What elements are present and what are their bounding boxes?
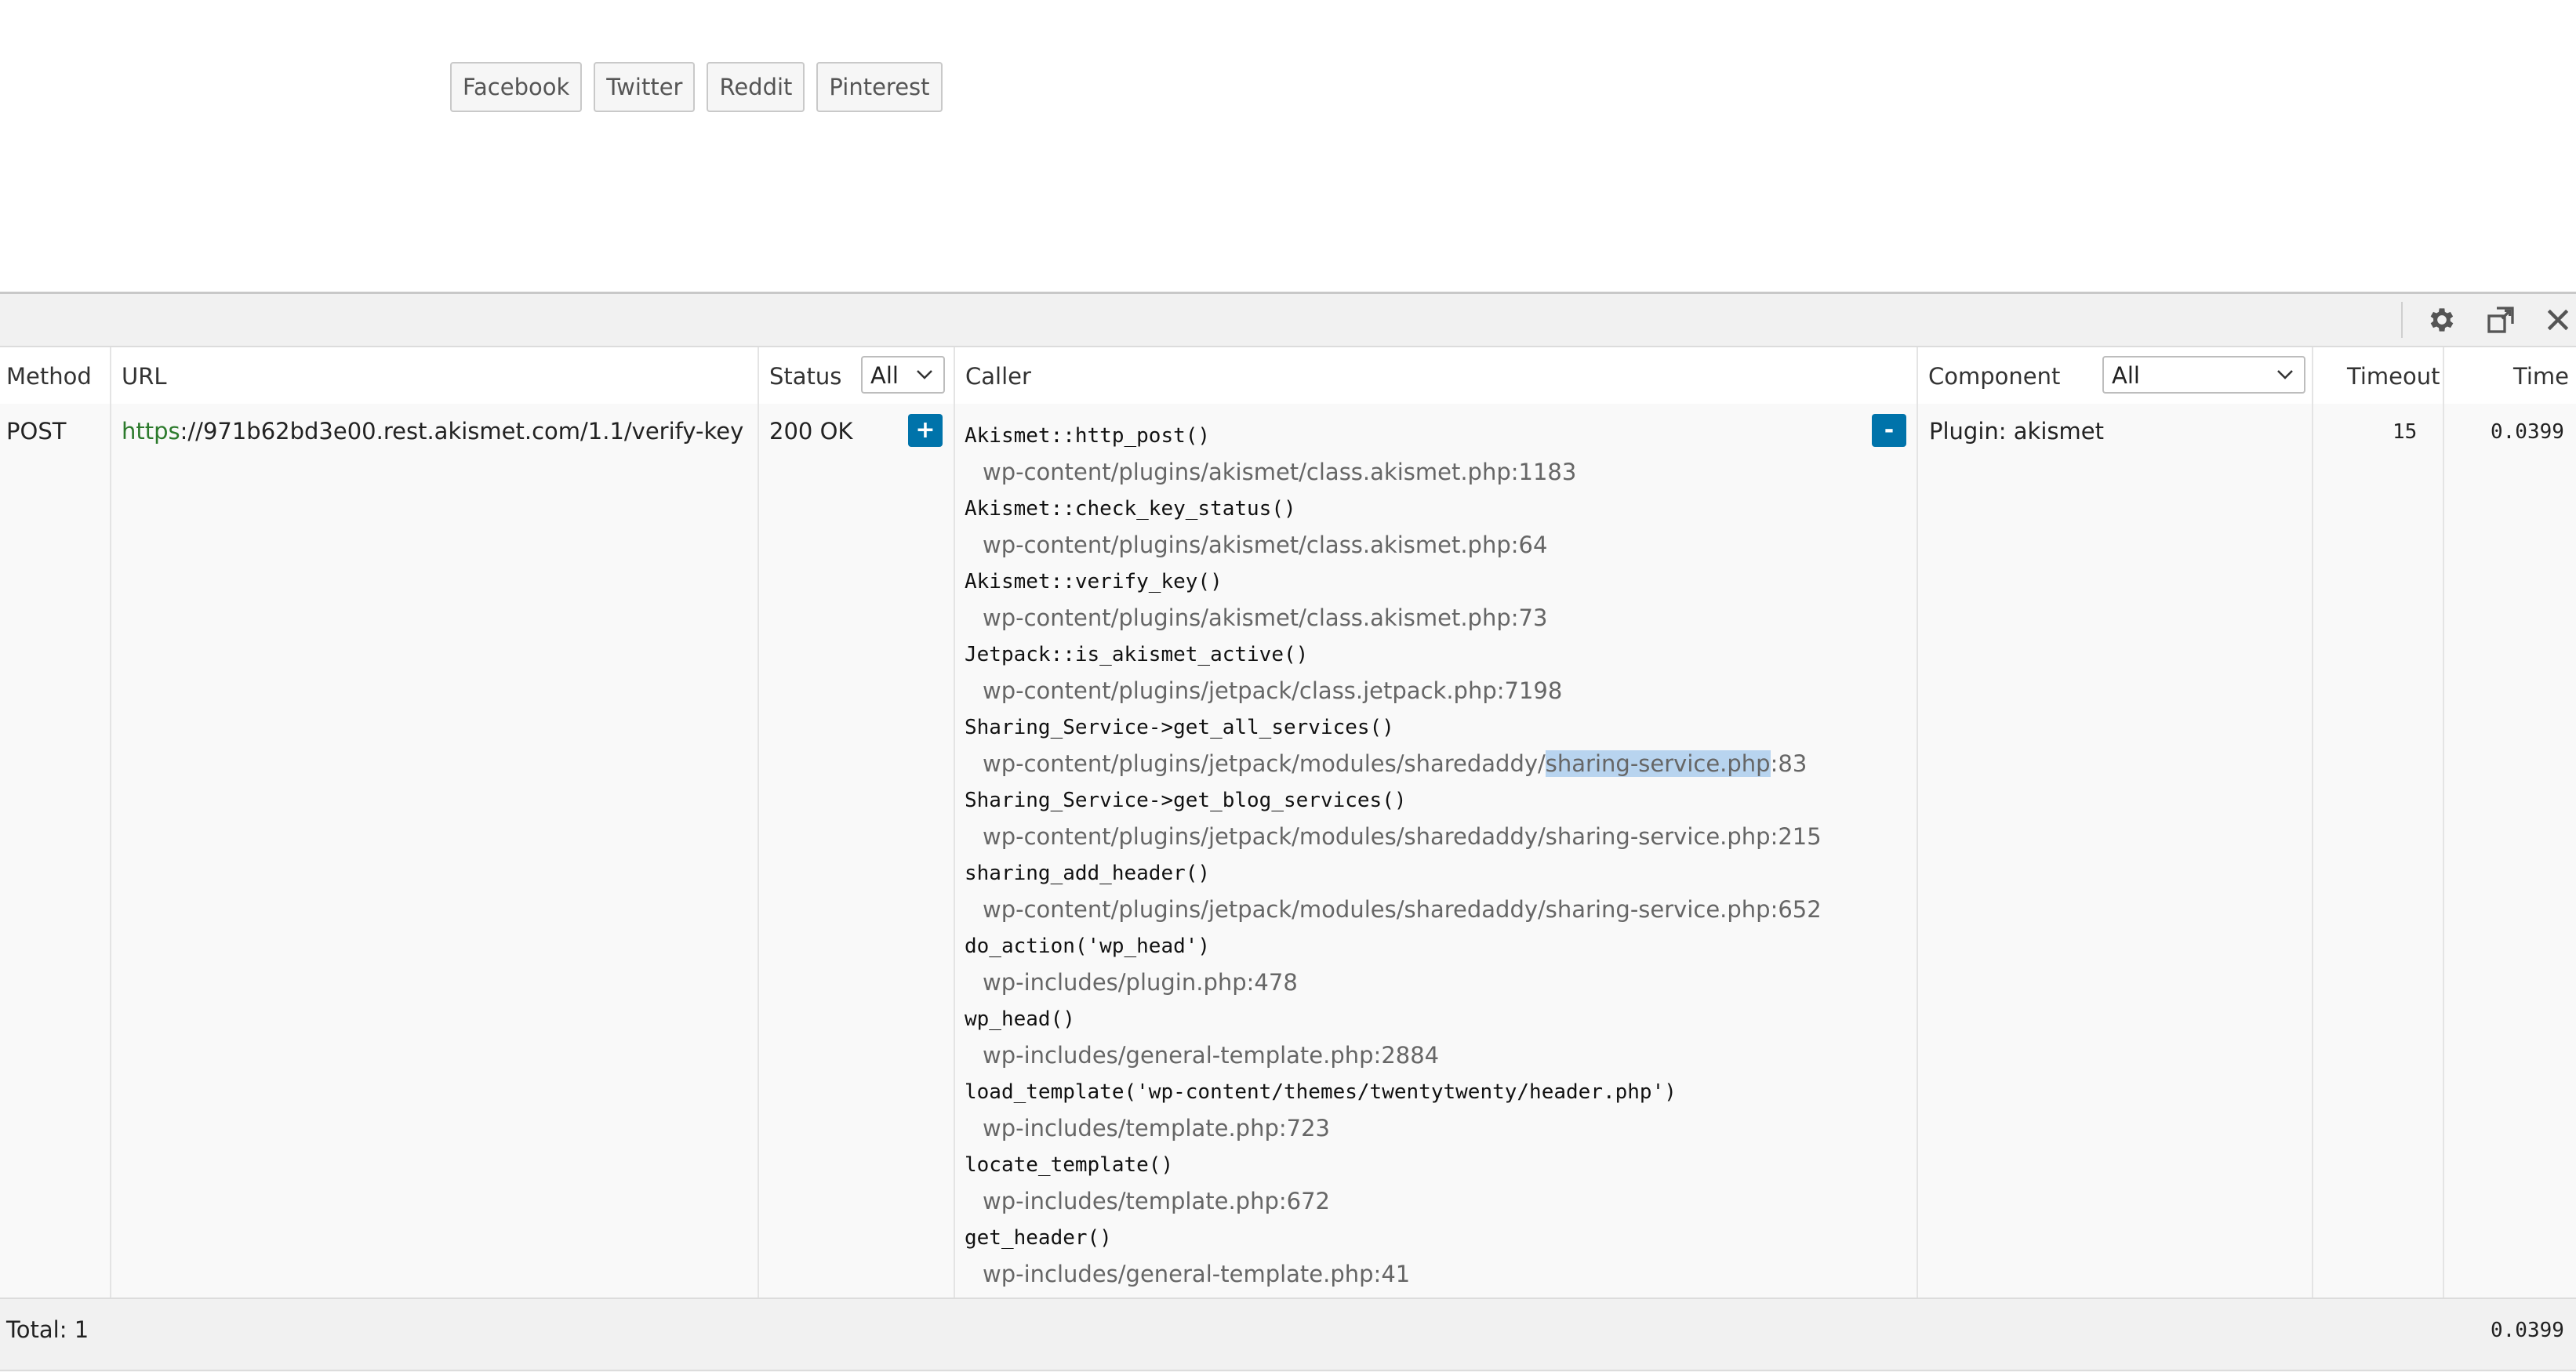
layout-toggle-icon[interactable] (2484, 303, 2517, 336)
caller-frame: Sharing_Service->get_blog_services() wp-… (965, 782, 1906, 855)
column-header-method[interactable]: Method (6, 363, 92, 390)
caller-function: get_header() (965, 1226, 1112, 1250)
column-header-url[interactable]: URL (122, 363, 167, 390)
cell-method: POST (6, 418, 67, 445)
caller-file-line: :83 (1770, 750, 1808, 777)
cell-time: 0.0399 (2491, 420, 2564, 444)
column-divider (758, 404, 759, 1298)
share-pinterest-button[interactable]: Pinterest (816, 62, 943, 112)
column-divider (758, 347, 759, 404)
caller-file: wp-content/plugins/akismet/class.akismet… (983, 604, 1548, 631)
caller-file: wp-includes/template.php:672 (983, 1188, 1330, 1214)
cell-component: Plugin: akismet (1929, 418, 2104, 445)
share-reddit-button[interactable]: Reddit (707, 62, 805, 112)
panel-toolbar (0, 294, 2576, 347)
column-divider (2443, 347, 2444, 404)
caller-file-path: wp-content/plugins/jetpack/modules/share… (983, 750, 1546, 777)
column-divider (110, 347, 111, 404)
caller-function: wp_head() (965, 1007, 1075, 1031)
column-divider (2443, 404, 2444, 1298)
column-divider (954, 347, 955, 404)
cell-status: 200 OK (769, 418, 853, 445)
caller-frame: sharing_add_header() wp-content/plugins/… (965, 855, 1906, 928)
caller-function: load_template('wp-content/themes/twentyt… (965, 1080, 1677, 1104)
status-filter-select[interactable]: All (861, 356, 945, 394)
caller-function: Jetpack::is_akismet_active() (965, 643, 1309, 666)
column-header-component[interactable]: Component (1928, 363, 2060, 390)
caller-function: Akismet::check_key_status() (965, 497, 1296, 521)
caller-frame: Akismet::verify_key() wp-content/plugins… (965, 564, 1906, 637)
cell-timeout: 15 (2393, 420, 2418, 444)
column-divider (954, 404, 955, 1298)
column-header-status[interactable]: Status (769, 363, 841, 390)
caller-file: wp-content/plugins/jetpack/modules/share… (983, 823, 1822, 850)
column-divider (1917, 404, 1918, 1298)
caller-function: do_action('wp_head') (965, 935, 1211, 958)
caller-frame: Akismet::check_key_status() wp-content/p… (965, 491, 1906, 564)
expand-callers-button[interactable]: + (908, 414, 943, 447)
column-divider (1917, 347, 1918, 404)
caller-frame: Jetpack::is_akismet_active() wp-content/… (965, 637, 1906, 710)
status-filter-value: All (870, 362, 899, 389)
caller-frame: get_header() wp-includes/general-templat… (965, 1220, 1906, 1293)
collapse-callers-button[interactable]: - (1872, 414, 1906, 447)
toolbar-divider (2401, 302, 2403, 338)
caller-frame: Sharing_Service->get_all_services() wp-c… (965, 710, 1906, 782)
caller-frame: do_action('wp_head') wp-includes/plugin.… (965, 928, 1906, 1001)
chevron-down-icon (917, 370, 932, 379)
caller-function: Akismet::verify_key() (965, 570, 1223, 593)
caller-frame: load_template('wp-content/themes/twentyt… (965, 1074, 1906, 1147)
caller-file: wp-content/plugins/jetpack/class.jetpack… (983, 677, 1563, 704)
column-header-caller[interactable]: Caller (965, 363, 1031, 390)
table-footer: Total: 1 0.0399 (0, 1298, 2576, 1371)
caller-function: locate_template() (965, 1153, 1174, 1177)
component-filter-value: All (2112, 362, 2140, 389)
component-filter-select[interactable]: All (2102, 356, 2305, 394)
table-row: POST https://971b62bd3e00.rest.akismet.c… (0, 404, 2576, 1298)
caller-file: wp-content/plugins/akismet/class.akismet… (983, 459, 1577, 485)
column-header-time[interactable]: Time (2513, 363, 2569, 390)
page-content: Facebook Twitter Reddit Pinterest (0, 0, 2576, 292)
column-divider (110, 404, 111, 1298)
table-header: Method URL Status All Caller Component A… (0, 347, 2576, 405)
caller-function: Sharing_Service->get_blog_services() (965, 789, 1407, 812)
close-icon[interactable] (2541, 303, 2574, 336)
column-divider (2312, 404, 2313, 1298)
caller-file: wp-content/plugins/jetpack/modules/share… (965, 746, 1906, 782)
query-monitor-panel: Method URL Status All Caller Component A… (0, 292, 2576, 1372)
footer-time: 0.0399 (2491, 1319, 2564, 1342)
caller-frame: locate_template() wp-includes/template.p… (965, 1147, 1906, 1220)
caller-function: sharing_add_header() (965, 862, 1211, 885)
caller-frame: Akismet::http_post() wp-content/plugins/… (965, 418, 1906, 491)
caller-function: Sharing_Service->get_all_services() (965, 716, 1394, 739)
caller-stack: Akismet::http_post() wp-content/plugins/… (965, 418, 1906, 1293)
caller-file: wp-content/plugins/jetpack/modules/share… (983, 896, 1822, 923)
chevron-down-icon (2277, 370, 2293, 379)
caller-frame: wp_head() wp-includes/general-template.p… (965, 1001, 1906, 1074)
selected-text: sharing-service.php (1545, 750, 1771, 777)
url-scheme: https (122, 418, 180, 445)
caller-function: Akismet::http_post() (965, 424, 1211, 448)
cell-url[interactable]: https://971b62bd3e00.rest.akismet.com/1.… (122, 418, 743, 445)
footer-total: Total: 1 (6, 1316, 89, 1343)
share-buttons: Facebook Twitter Reddit Pinterest (450, 62, 943, 112)
caller-file: wp-includes/general-template.php:2884 (983, 1042, 1440, 1069)
url-rest: ://971b62bd3e00.rest.akismet.com/1.1/ver… (180, 418, 744, 445)
caller-file: wp-includes/template.php:723 (983, 1115, 1330, 1142)
caller-file: wp-content/plugins/akismet/class.akismet… (983, 532, 1548, 558)
share-facebook-button[interactable]: Facebook (450, 62, 583, 112)
settings-icon[interactable] (2425, 303, 2458, 336)
caller-file: wp-includes/general-template.php:41 (983, 1261, 1411, 1287)
share-twitter-button[interactable]: Twitter (594, 62, 696, 112)
caller-file: wp-includes/plugin.php:478 (983, 969, 1298, 996)
column-header-timeout[interactable]: Timeout (2347, 363, 2440, 390)
column-divider (2312, 347, 2313, 404)
